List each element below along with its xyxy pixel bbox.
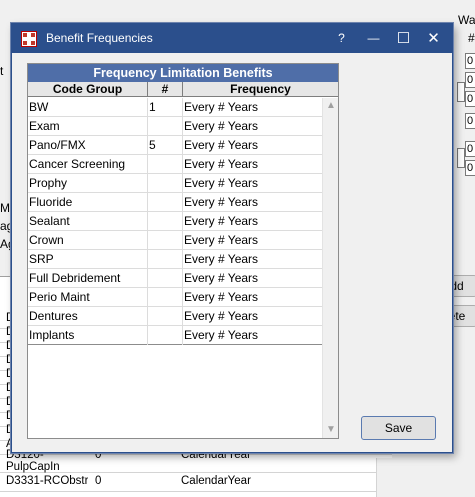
frequency-cell: Every # Years [184,309,259,323]
code-group-cell: Cancer Screening [28,155,148,174]
column-header-code-group[interactable]: Code Group [28,82,148,96]
frequency-cell: Every # Years [184,119,259,133]
scroll-up-icon[interactable]: ▲ [323,98,339,114]
number-field[interactable]: 0 [465,160,475,176]
benefit-frequencies-dialog: Benefit Frequencies ? — ☐ ✕ Frequency Li… [11,23,453,453]
side-label: t [0,64,4,78]
table-row[interactable]: Perio Maint Every # Years [28,288,322,307]
code-group-cell: Pano/FMX [28,136,148,155]
code-group-cell: Prophy [28,174,148,193]
table-row[interactable]: Fluoride Every # Years [28,193,322,212]
frequency-cell: Every # Years [184,100,259,114]
frequency-cell: Every # Years [184,328,259,342]
code-group-cell: Sealant [28,212,148,231]
count-cell [148,307,183,326]
save-button[interactable]: Save [361,416,436,440]
frequency-grid: Frequency Limitation Benefits Code Group… [27,63,339,439]
frequency-cell: CalendarYear [181,475,251,487]
side-field[interactable] [457,82,465,102]
grid-body: BW 1 Every # Years Exam Every # Years Pa… [28,98,322,440]
grid-scrollbar[interactable]: ▲ ▼ [322,98,338,438]
minimize-icon[interactable]: — [358,24,389,53]
number-field[interactable]: 0 [465,53,475,69]
code-group-cell: Fluoride [28,193,148,212]
table-row[interactable]: Prophy Every # Years [28,174,322,193]
code-group-cell: Dentures [28,307,148,326]
code-group-cell: SRP [28,250,148,269]
frequency-cell: Every # Years [184,195,259,209]
table-row[interactable]: Exam Every # Years [28,117,322,136]
column-header-count[interactable]: # [148,82,183,96]
help-icon[interactable]: ? [326,24,357,53]
table-row[interactable]: SRP Every # Years [28,250,322,269]
count-cell [148,288,183,307]
code-group-cell: BW [28,98,148,117]
number-field[interactable]: 0 [465,91,475,107]
count-cell [148,231,183,250]
table-row[interactable]: Cancer Screening Every # Years [28,155,322,174]
table-row[interactable]: Sealant Every # Years [28,212,322,231]
frequency-cell: Every # Years [184,271,259,285]
count-cell: 1 [148,98,183,117]
count-cell [148,250,183,269]
frequency-cell: Every # Years [184,252,259,266]
code-group-cell: Perio Maint [28,288,148,307]
maximize-icon[interactable]: ☐ [388,24,419,53]
table-row[interactable]: Pano/FMX 5 Every # Years [28,136,322,155]
table-row[interactable]: Full Debridement Every # Years [28,269,322,288]
app-icon [21,31,37,47]
table-row[interactable]: D3331-RCObstr 0 CalendarYear [0,473,392,492]
count-cell: 5 [148,136,183,155]
frequency-cell: Every # Years [184,138,259,152]
count-cell [148,212,183,231]
count-cell: 0 [95,475,102,487]
parent-grid-scrollbar[interactable] [376,458,392,497]
frequency-cell: Every # Years [184,176,259,190]
count-cell [148,155,183,174]
frequency-cell: Every # Years [184,233,259,247]
title-bar[interactable]: Benefit Frequencies ? — ☐ ✕ [12,24,452,53]
code-group-cell: Implants [28,326,148,345]
table-row[interactable]: BW 1 Every # Years [28,98,322,117]
number-field[interactable]: 0 [465,113,475,129]
count-cell [148,269,183,288]
count-cell [148,117,183,136]
frequency-cell: Every # Years [184,214,259,228]
number-field[interactable]: 0 [465,72,475,88]
window-title: Benefit Frequencies [46,31,153,45]
count-cell [148,174,183,193]
number-field[interactable]: 0 [465,141,475,157]
frequency-cell: Every # Years [184,290,259,304]
code-group-cell: Full Debridement [28,269,148,288]
column-header-frequency[interactable]: Frequency [183,82,338,96]
count-cell [148,326,183,345]
count-cell [148,193,183,212]
grid-header: Code Group # Frequency [28,82,338,97]
code-group-cell: Crown [28,231,148,250]
table-row[interactable]: Dentures Every # Years [28,307,322,326]
waiting-period-label: Wai [458,13,475,27]
hash-label: # [468,31,475,45]
code-group-cell: Exam [28,117,148,136]
table-row[interactable]: Crown Every # Years [28,231,322,250]
side-field[interactable] [457,148,465,168]
close-icon[interactable]: ✕ [418,24,449,53]
scroll-down-icon[interactable]: ▼ [323,422,339,438]
table-row[interactable]: Implants Every # Years [28,326,322,345]
frequency-cell: Every # Years [184,157,259,171]
grid-title: Frequency Limitation Benefits [28,64,338,82]
proc-code-cell: D3331-RCObstr [6,475,89,487]
